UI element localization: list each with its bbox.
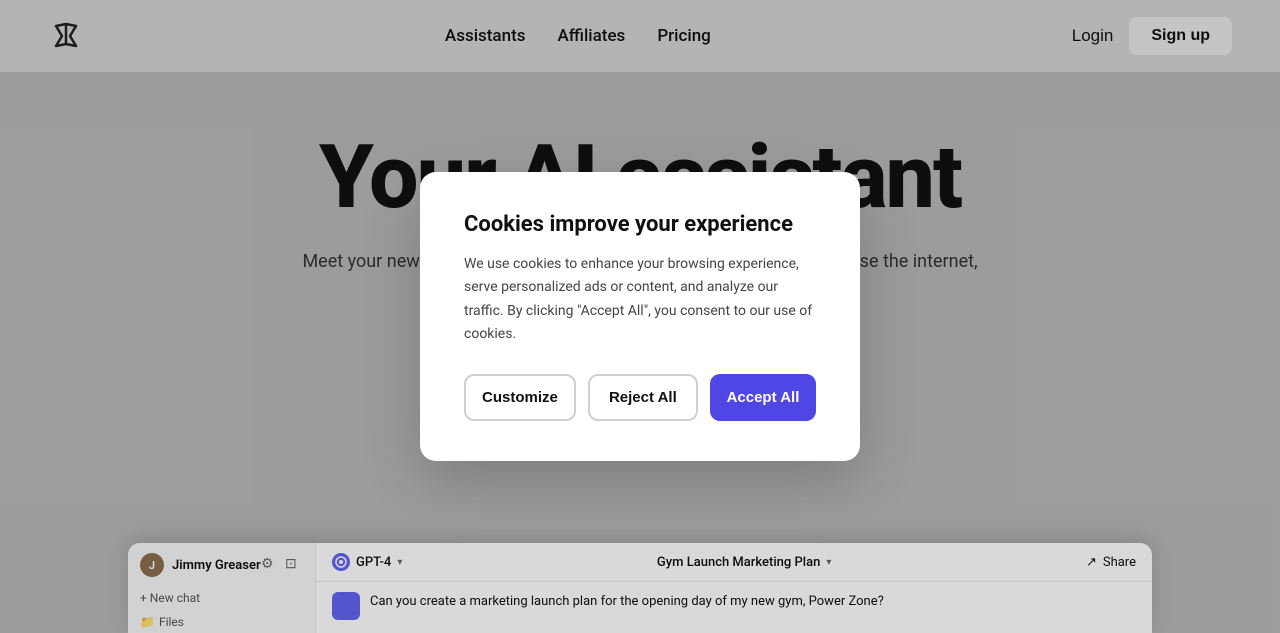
customize-button[interactable]: Customize (464, 374, 576, 421)
modal-overlay: Cookies improve your experience We use c… (0, 0, 1280, 633)
modal-title: Cookies improve your experience (464, 212, 816, 237)
cookie-modal: Cookies improve your experience We use c… (420, 172, 860, 460)
modal-actions: Customize Reject All Accept All (464, 374, 816, 421)
modal-body: We use cookies to enhance your browsing … (464, 253, 816, 345)
accept-all-button[interactable]: Accept All (710, 374, 816, 421)
reject-all-button[interactable]: Reject All (588, 374, 698, 421)
